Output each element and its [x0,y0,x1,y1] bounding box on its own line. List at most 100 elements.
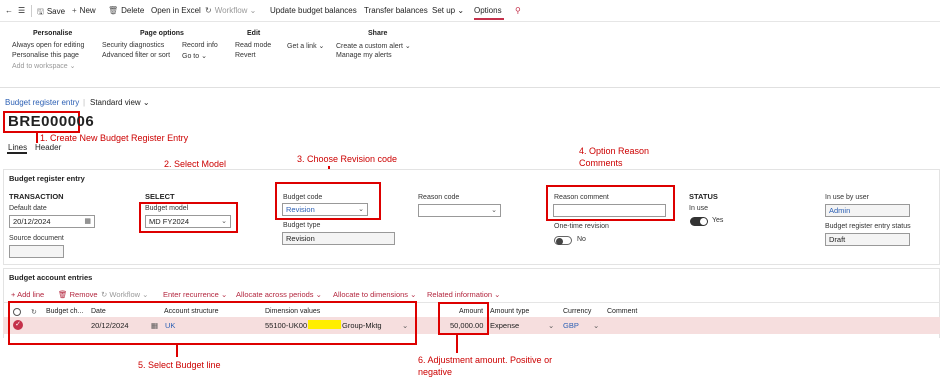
manage-my-alerts-button[interactable]: Manage my alerts [336,52,392,59]
remove-label: Remove [69,290,98,299]
annotation-box-amount [438,302,489,335]
trash-icon: 🗑 [108,6,119,15]
in-use-toggle[interactable] [690,217,708,226]
one-time-revision-value: No [577,236,586,243]
annotation-box-budget-line [8,301,417,345]
advanced-filter-button[interactable]: Advanced filter or sort [102,52,170,59]
remove-button[interactable]: 🗑 Remove [58,290,98,299]
hamburger-icon[interactable]: ☰ [18,6,25,15]
record-info-button[interactable]: Record info [182,42,218,49]
allocate-periods-menu[interactable]: Allocate across periods ⌄ [236,290,322,299]
enter-recurrence-menu[interactable]: Enter recurrence ⌄ [163,290,227,299]
new-label: New [79,6,96,15]
select-section-title: SELECT [145,192,175,201]
grid-workflow-menu[interactable]: ↻ Workflow ⌄ [101,290,148,299]
one-time-revision-toggle[interactable] [554,236,572,245]
set-up-label: Set up [432,6,456,15]
chevron-down-icon[interactable]: ⌄ [593,321,599,330]
annotation-1: 1. Create New Budget Register Entry [40,133,189,143]
new-button[interactable]: + New [72,6,96,15]
breadcrumb-link[interactable]: Budget register entry [5,98,79,107]
delete-label: Delete [121,6,145,15]
create-custom-alert-menu[interactable]: Create a custom alert ⌄ [336,42,411,50]
tab-options[interactable]: Options [474,6,502,15]
breadcrumb-separator: | [83,98,86,107]
toggle-knob [700,218,707,225]
trash-icon: 🗑 [58,290,70,299]
workflow-label: Workflow [214,6,248,15]
page-options-group-title: Page options [140,30,184,37]
row-currency[interactable]: GBP [563,321,579,330]
plus-icon: + [72,6,77,15]
budget-code-label: Budget code [283,194,323,201]
chevron-down-icon[interactable]: ⌄ [548,321,554,330]
reason-comment-label: Reason comment [554,194,609,201]
related-information-menu[interactable]: Related information ⌄ [427,290,500,299]
default-date-value: 20/12/2024 [13,217,51,226]
column-header-comment[interactable]: Comment [607,308,637,315]
column-header-amount-type[interactable]: Amount type [490,308,529,315]
add-line-button[interactable]: + Add line [11,290,44,299]
set-up-menu[interactable]: Set up ⌄ [432,6,464,15]
budget-type-field: Revision [282,232,395,245]
back-icon[interactable]: ← [5,6,13,15]
annotation-5: 5. Select Budget line [138,360,221,370]
tab-lines-underline [7,152,27,154]
security-diagnostics-button[interactable]: Security diagnostics [102,42,164,49]
annotation-3: 3. Choose Revision code [297,154,398,164]
transaction-section-title: TRANSACTION [9,192,64,201]
reason-comment-input[interactable] [553,204,666,217]
reason-code-select[interactable]: ⌄ [418,204,501,217]
delete-button[interactable]: 🗑 Delete [108,6,144,15]
budget-type-label: Budget type [283,222,321,229]
action-toolbar: ← ☰ 🖫 Save + New 🗑 Delete Open in Excel ↻ Wo… [0,0,940,22]
open-in-excel-button[interactable]: Open in Excel [151,6,201,15]
chevron-down-icon: ⌄ [358,206,364,213]
calendar-icon[interactable]: ▦ [84,216,91,227]
related-information-label: Related information [427,290,493,299]
allocate-dimensions-menu[interactable]: Allocate to dimensions ⌄ [333,290,416,299]
in-use-by-user-field[interactable]: Admin [825,204,910,217]
view-label: Standard view [90,98,141,107]
transfer-balances-button[interactable]: Transfer balances [364,6,428,15]
always-open-for-editing-button[interactable]: Always open for editing [12,42,84,49]
read-mode-button[interactable]: Read mode [235,42,271,49]
budget-model-label: Budget model [145,205,189,212]
go-to-label: Go to [182,53,200,60]
annotation-6-line1: 6. Adjustment amount. Positive or [418,355,553,365]
share-group-title: Share [368,30,388,37]
annotation-connector-6 [456,335,458,353]
accounts-panel-title: Budget account entries [9,273,93,282]
tab-header[interactable]: Header [35,143,61,152]
chevron-down-icon: ⌄ [491,207,497,214]
annotation-4-line1: 4. Option Reason [579,146,650,156]
search-icon[interactable]: ⚲ [515,6,521,15]
view-selector[interactable]: Standard view ⌄ [90,98,150,107]
revert-button[interactable]: Revert [235,52,256,59]
budget-code-select[interactable]: Revision ⌄ [282,203,368,216]
workflow-menu[interactable]: ↻ Workflow ⌄ [205,6,256,15]
default-date-field[interactable]: 20/12/2024 ▦ [9,215,95,228]
status-section-title: STATUS [689,192,718,201]
create-custom-alert-label: Create a custom alert [336,43,403,50]
in-use-value: Yes [712,217,724,224]
tab-lines[interactable]: Lines [8,143,27,152]
go-to-menu[interactable]: Go to ⌄ [182,52,207,60]
row-amount-type[interactable]: Expense [490,321,519,330]
budget-model-value: MD FY2024 [149,217,190,226]
budget-code-value: Revision [286,205,315,214]
annotation-4-line2: Comments [579,158,623,168]
personalise-this-page-button[interactable]: Personalise this page [12,52,79,59]
get-a-link-menu[interactable]: Get a link ⌄ [287,42,324,50]
reason-code-label: Reason code [418,194,460,201]
column-header-currency[interactable]: Currency [563,308,591,315]
add-to-workspace-button[interactable]: Add to workspace ⌄ [12,62,75,70]
save-button[interactable]: 🖫 Save [37,6,65,20]
update-budget-balances-button[interactable]: Update budget balances [270,6,357,15]
source-document-field [9,245,64,258]
entry-status-field: Draft [825,233,910,246]
annotation-2: 2. Select Model [164,159,227,169]
budget-model-select[interactable]: MD FY2024 ⌄ [145,215,231,228]
annotation-connector-1 [36,133,38,143]
panel-title: Budget register entry [9,174,85,183]
